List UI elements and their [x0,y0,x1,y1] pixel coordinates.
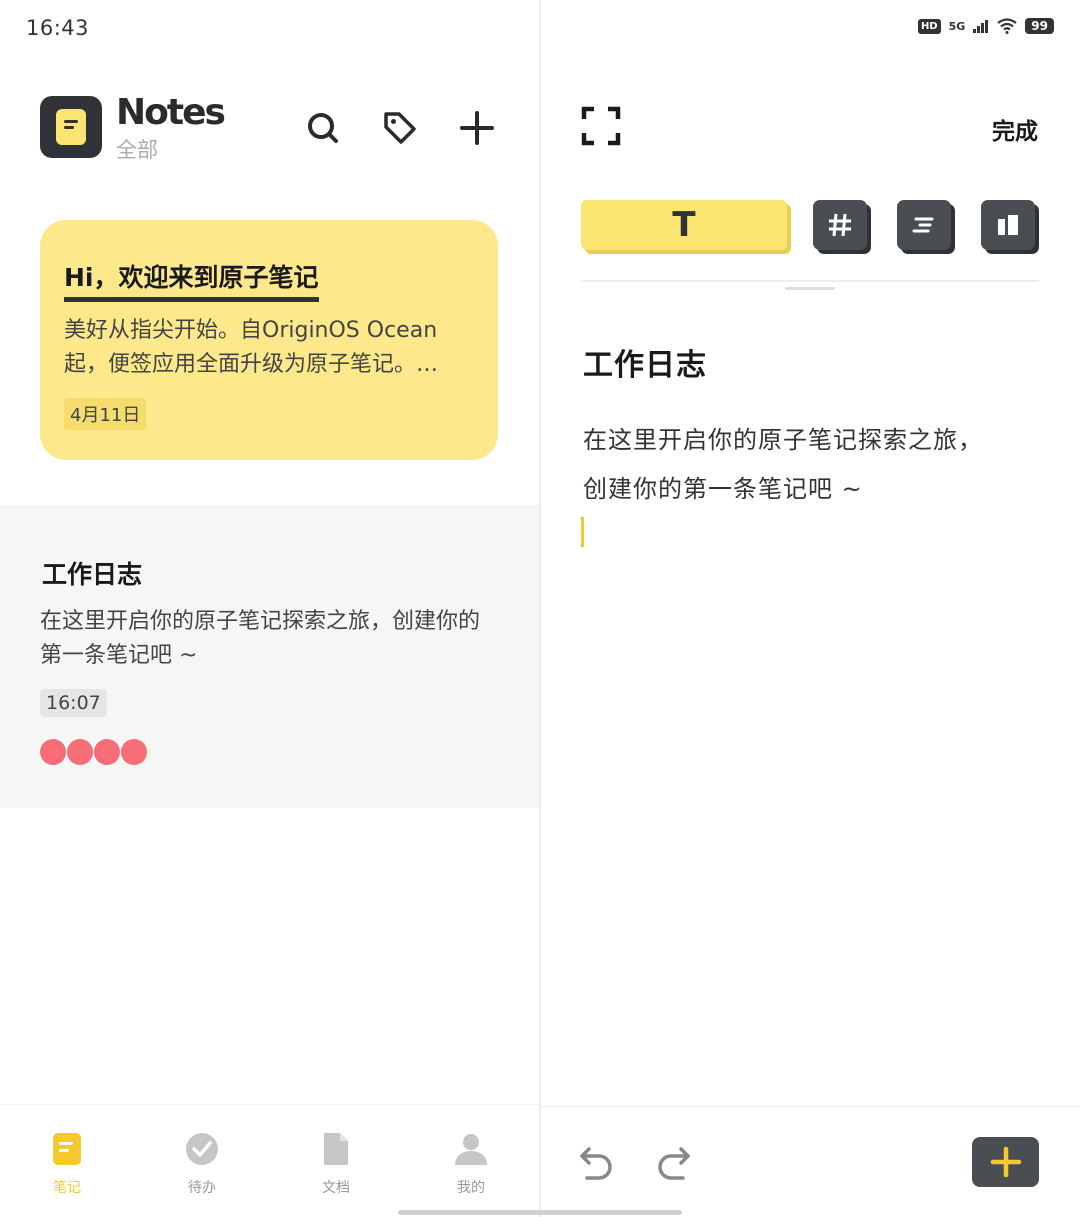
category-selector[interactable]: 全部 [116,134,158,164]
redo-button[interactable] [653,1143,693,1183]
toolbar-drag-handle[interactable] [785,287,835,290]
tab-notes[interactable]: 笔记 [27,1131,107,1197]
tag-icon [384,112,416,144]
undo-button[interactable] [577,1143,617,1183]
person-icon [455,1134,487,1165]
editor-pane: HD 5G 99 完成 T 工作日志 在这里开启你的原子笔记探索之旅， 创建你的… [541,0,1080,1217]
note-date: 4月11日 [64,398,147,430]
status-time: 16:43 [26,16,90,40]
align-icon [912,217,934,233]
hash-icon [829,213,851,237]
color-tag-dot [94,739,120,765]
signal-icon [973,20,989,33]
text-tool-label: T [672,205,696,245]
home-indicator[interactable] [398,1210,682,1215]
network-indicator: 5G [948,19,966,33]
editor-bottom-bar [541,1106,1080,1217]
paragraph-tool[interactable] [897,200,951,250]
editor-body-line[interactable]: 创建你的第一条笔记吧 ~ [583,469,863,504]
layout-tool[interactable] [981,200,1035,250]
undo-icon [580,1147,612,1180]
wifi-icon [997,18,1017,34]
expand-icon [581,106,621,146]
done-button[interactable]: 完成 [992,112,1038,146]
layout-icon [998,215,1018,235]
plus-icon [460,111,494,145]
search-icon [308,113,338,143]
note-time: 16:07 [40,689,107,717]
tag-button[interactable] [378,106,422,150]
tab-me[interactable]: 我的 [431,1131,511,1197]
status-icons: HD 5G 99 [917,18,1054,34]
note-preview: 美好从指尖开始。自OriginOS Ocean起，便签应用全面升级为原子笔记。… [64,318,439,377]
color-tag-dot [40,739,66,765]
editor-body-line[interactable]: 在这里开启你的原子笔记探索之旅， [583,420,983,455]
check-circle-icon [186,1133,218,1165]
toolbar-divider [581,280,1039,282]
search-button[interactable] [301,106,345,150]
hd-badge: HD [917,18,941,34]
hashtag-tool[interactable] [813,200,867,250]
bottom-tab-bar: 笔记 待办 文档 我的 [0,1104,539,1217]
app-logo [40,96,102,158]
plus-icon [990,1146,1021,1178]
note-icon [56,109,86,145]
battery-indicator: 99 [1025,18,1054,34]
app-title: Notes [116,92,226,133]
note-color-tags [40,739,148,765]
tab-docs[interactable]: 文档 [296,1131,376,1197]
text-format-tool[interactable]: T [581,200,787,250]
note-icon [53,1133,81,1165]
insert-button[interactable] [972,1137,1039,1187]
notes-list-pane: 16:43 Notes 全部 Hi，欢迎来到原子笔记 美好从指尖开始。自Orig… [0,0,539,1217]
fullscreen-button[interactable] [581,106,621,146]
note-card-welcome[interactable]: Hi，欢迎来到原子笔记 美好从指尖开始。自OriginOS Ocean起，便签应… [40,220,498,460]
document-icon [324,1133,348,1165]
color-tag-dot [121,739,147,765]
note-card-work-log[interactable]: 工作日志 在这里开启你的原子笔记探索之旅，创建你的第一条笔记吧 ~ 16:07 [0,505,539,808]
color-tag-dot [67,739,93,765]
tab-todo[interactable]: 待办 [162,1131,242,1197]
redo-icon [658,1147,690,1180]
add-note-button[interactable] [455,106,499,150]
note-preview: 在这里开启你的原子笔记探索之旅，创建你的第一条笔记吧 ~ [40,609,481,668]
editor-title[interactable]: 工作日志 [583,340,707,384]
note-title: 工作日志 [42,560,143,589]
text-cursor [581,517,584,547]
note-title: Hi，欢迎来到原子笔记 [64,258,319,302]
